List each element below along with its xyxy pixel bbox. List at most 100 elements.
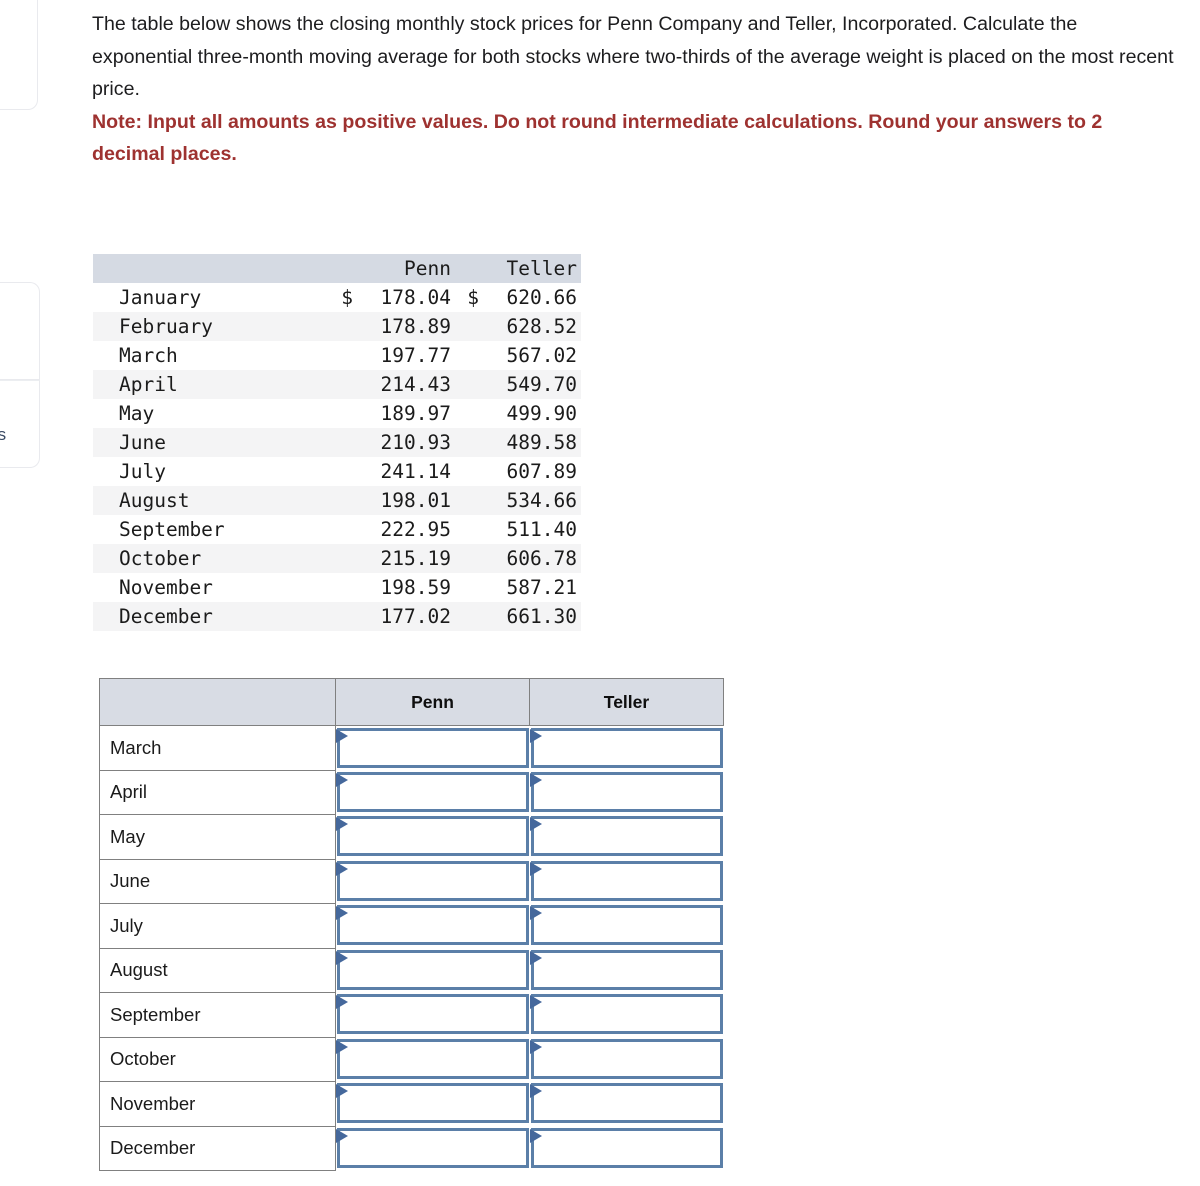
- price-row-teller-value: 620.66: [479, 283, 581, 312]
- answer-input-wrapper-teller: [529, 1038, 723, 1079]
- price-table-row: October 215.19 606.78: [93, 544, 581, 573]
- answer-input-teller-june[interactable]: [530, 860, 723, 901]
- answer-input-teller-november[interactable]: [530, 1083, 723, 1124]
- answer-input-teller-august[interactable]: [530, 949, 723, 990]
- price-row-teller-currency: $: [455, 283, 479, 312]
- answer-input-wrapper-teller: [529, 860, 723, 901]
- answer-input-penn-november[interactable]: [336, 1083, 529, 1124]
- answer-table-row: October: [99, 1036, 724, 1082]
- answer-input-wrapper-teller: [529, 1083, 723, 1124]
- price-row-teller-value: 628.52: [479, 312, 581, 341]
- price-row-teller-value: 661.30: [479, 602, 581, 631]
- price-table-head: Penn Teller: [93, 254, 581, 283]
- price-row-penn-currency: [329, 399, 353, 428]
- price-row-teller-currency: [455, 544, 479, 573]
- answer-input-teller-december[interactable]: [530, 1127, 723, 1168]
- price-row-penn-currency: [329, 602, 353, 631]
- price-row-penn-currency: [329, 544, 353, 573]
- price-row-teller-value: 489.58: [479, 428, 581, 457]
- price-row-teller-currency: [455, 515, 479, 544]
- answer-input-penn-march[interactable]: [336, 727, 529, 768]
- answer-input-penn-june[interactable]: [336, 860, 529, 901]
- price-table-header-row: Penn Teller: [93, 254, 581, 283]
- price-table-row: January $178.04 $620.66: [93, 283, 581, 312]
- price-table-row: July 241.14 607.89: [93, 457, 581, 486]
- price-table-row: May 189.97 499.90: [93, 399, 581, 428]
- answer-cell-teller: [529, 770, 724, 815]
- answer-input-penn-august[interactable]: [336, 949, 529, 990]
- answer-cell-teller: [529, 1126, 724, 1171]
- stock-price-table: Penn Teller January $178.04 $620.66 Februar…: [93, 254, 581, 631]
- answer-input-wrapper-teller: [529, 727, 723, 768]
- price-row-penn-value: 214.43: [353, 370, 455, 399]
- price-row-teller-currency: [455, 573, 479, 602]
- answer-input-penn-april[interactable]: [336, 771, 529, 812]
- answer-input-wrapper-teller: [529, 949, 723, 990]
- price-header-teller: Teller: [479, 254, 581, 283]
- price-row-penn-value: 215.19: [353, 544, 455, 573]
- answer-table-row: July: [99, 903, 724, 949]
- answer-input-teller-march[interactable]: [530, 727, 723, 768]
- price-row-penn-currency: [329, 573, 353, 602]
- price-table-row: September 222.95 511.40: [93, 515, 581, 544]
- answer-header-penn: Penn: [335, 678, 530, 726]
- edge-card-top: [0, 0, 38, 110]
- answer-table-row: June: [99, 858, 724, 904]
- answer-input-wrapper-teller: [529, 816, 723, 857]
- price-row-teller-value: 607.89: [479, 457, 581, 486]
- price-header-spacer-teller: [455, 254, 479, 283]
- answer-cell-penn: [335, 993, 530, 1038]
- price-row-month: February: [93, 312, 329, 341]
- answer-cell-penn: [335, 904, 530, 949]
- price-row-month: January: [93, 283, 329, 312]
- answer-input-wrapper-penn: [335, 905, 529, 946]
- price-row-month: December: [93, 602, 329, 631]
- answer-input-teller-september[interactable]: [530, 994, 723, 1035]
- answer-input-penn-july[interactable]: [336, 905, 529, 946]
- answer-input-penn-october[interactable]: [336, 1038, 529, 1079]
- price-row-month: July: [93, 457, 329, 486]
- answer-input-teller-may[interactable]: [530, 816, 723, 857]
- answer-cell-penn: [335, 1082, 530, 1127]
- answer-input-wrapper-penn: [335, 816, 529, 857]
- answer-cell-teller: [529, 815, 724, 860]
- price-row-month: August: [93, 486, 329, 515]
- answer-input-wrapper-penn: [335, 949, 529, 990]
- answer-input-penn-december[interactable]: [336, 1127, 529, 1168]
- answer-row-month: November: [99, 1081, 336, 1127]
- answer-input-wrapper-penn: [335, 1038, 529, 1079]
- price-row-teller-value: 606.78: [479, 544, 581, 573]
- answer-cell-teller: [529, 948, 724, 993]
- answer-input-wrapper-penn: [335, 727, 529, 768]
- answer-cell-teller: [529, 1082, 724, 1127]
- price-row-teller-value: 549.70: [479, 370, 581, 399]
- answer-input-teller-july[interactable]: [530, 905, 723, 946]
- answer-input-teller-april[interactable]: [530, 771, 723, 812]
- price-header-blank: [93, 254, 329, 283]
- price-table-row: February 178.89 628.52: [93, 312, 581, 341]
- answer-input-wrapper-penn: [335, 994, 529, 1035]
- price-row-penn-value: 198.01: [353, 486, 455, 515]
- price-row-penn-value: 178.04: [353, 283, 455, 312]
- answer-cell-penn: [335, 948, 530, 993]
- answer-input-wrapper-teller: [529, 771, 723, 812]
- price-header-penn: Penn: [353, 254, 455, 283]
- price-table-row: April 214.43 549.70: [93, 370, 581, 399]
- answer-cell-teller: [529, 726, 724, 771]
- answer-input-teller-october[interactable]: [530, 1038, 723, 1079]
- answer-input-wrapper-teller: [529, 1127, 723, 1168]
- answer-input-wrapper-teller: [529, 905, 723, 946]
- price-row-penn-value: 222.95: [353, 515, 455, 544]
- edge-card-bottom: [0, 380, 40, 468]
- price-table-row: November 198.59 587.21: [93, 573, 581, 602]
- answer-cell-penn: [335, 770, 530, 815]
- answer-cell-penn: [335, 1126, 530, 1171]
- prompt-body-text: The table below shows the closing monthl…: [92, 13, 1174, 100]
- price-table-row: June 210.93 489.58: [93, 428, 581, 457]
- answer-input-wrapper-penn: [335, 1083, 529, 1124]
- answer-table-row: December: [99, 1125, 724, 1171]
- answer-input-penn-september[interactable]: [336, 994, 529, 1035]
- answer-row-month: September: [99, 992, 336, 1038]
- price-row-teller-value: 499.90: [479, 399, 581, 428]
- answer-input-penn-may[interactable]: [336, 816, 529, 857]
